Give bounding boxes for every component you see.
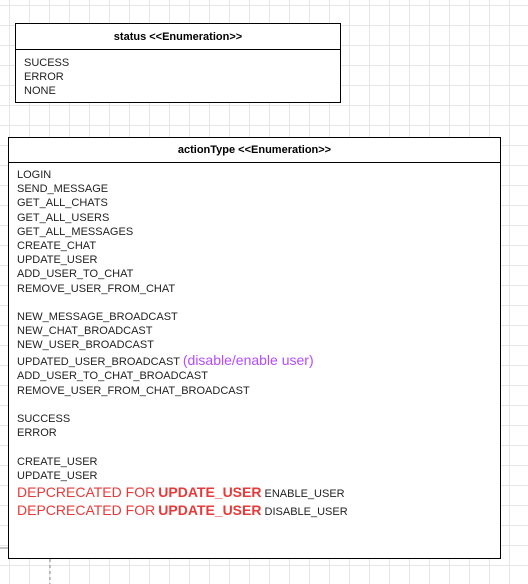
enum-value: UPDATED_USER_BROADCAST bbox=[17, 356, 180, 369]
deprecated-prefix: DEPCRECATED FOR bbox=[17, 501, 156, 518]
enum-value: NONE bbox=[24, 85, 56, 98]
enum-value: ERROR bbox=[24, 71, 64, 84]
enum-value: REMOVE_USER_FROM_CHAT_BROADCAST bbox=[17, 384, 250, 397]
action-type-enum-title: actionType <<Enumeration>> bbox=[9, 138, 500, 163]
enum-value: CREATE_CHAT bbox=[17, 239, 97, 252]
enum-value: SUCESS bbox=[24, 57, 70, 69]
enum-value: SUCCESS bbox=[17, 413, 71, 425]
deprecated-entry: DEPCRECATED FOR UPDATE_USER ENABLE_USER bbox=[17, 483, 500, 501]
enum-value-with-note: UPDATED_USER_BROADCAST (disable/enable u… bbox=[17, 352, 500, 369]
enum-value: UPDATE_USER bbox=[17, 469, 98, 482]
deprecated-prefix: DEPCRECATED FOR bbox=[17, 483, 156, 500]
enum-value: NEW_USER_BROADCAST bbox=[17, 339, 154, 352]
enum-value: GET_ALL_CHATS bbox=[17, 197, 108, 210]
action-type-enum-box[interactable]: actionType <<Enumeration>> LOGIN SEND_ME… bbox=[8, 137, 501, 559]
diagram-canvas: status <<Enumeration>> SUCESS ERROR NONE… bbox=[0, 0, 528, 584]
deprecated-target: UPDATE_USER bbox=[158, 483, 262, 500]
status-enum-values: SUCESS ERROR NONE bbox=[16, 50, 340, 99]
enum-value: NEW_MESSAGE_BROADCAST bbox=[17, 310, 178, 323]
enum-value: SEND_MESSAGE bbox=[17, 183, 109, 196]
enum-value: REMOVE_USER_FROM_CHAT bbox=[17, 282, 176, 295]
enum-value: DISABLE_USER bbox=[264, 505, 348, 518]
enum-value: UPDATE_USER bbox=[17, 254, 98, 267]
status-enum-box[interactable]: status <<Enumeration>> SUCESS ERROR NONE bbox=[15, 23, 341, 103]
deprecated-entry: DEPCRECATED FOR UPDATE_USER DISABLE_USER bbox=[17, 501, 500, 519]
enum-value: ENABLE_USER bbox=[264, 487, 345, 500]
enum-value: NEW_CHAT_BROADCAST bbox=[17, 325, 153, 338]
enum-value: LOGIN bbox=[17, 169, 52, 181]
deprecated-target: UPDATE_USER bbox=[158, 501, 262, 518]
enum-value: ERROR bbox=[17, 427, 57, 440]
status-enum-title: status <<Enumeration>> bbox=[16, 24, 340, 50]
enum-value: ADD_USER_TO_CHAT_BROADCAST bbox=[17, 370, 208, 383]
action-type-enum-values: LOGIN SEND_MESSAGE GET_ALL_CHATS GET_ALL… bbox=[9, 163, 500, 519]
enum-value: ADD_USER_TO_CHAT bbox=[17, 268, 134, 281]
annotation-note: (disable/enable user) bbox=[182, 352, 314, 369]
enum-value: GET_ALL_MESSAGES bbox=[17, 225, 134, 238]
enum-value: CREATE_USER bbox=[17, 455, 98, 468]
enum-value: GET_ALL_USERS bbox=[17, 211, 110, 224]
